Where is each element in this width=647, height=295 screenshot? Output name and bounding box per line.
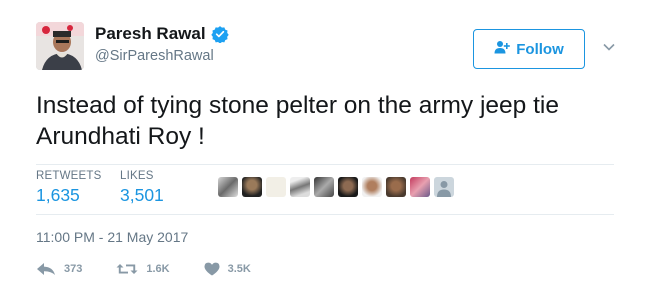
- retweets-value: 1,635: [36, 185, 80, 205]
- user-name[interactable]: Paresh Rawal: [95, 24, 229, 44]
- like-button[interactable]: 3.5K: [204, 262, 251, 276]
- chevron-down-icon[interactable]: [602, 40, 616, 54]
- retweet-button[interactable]: 1.6K: [116, 262, 170, 276]
- liker-avatar[interactable]: [218, 177, 238, 197]
- follow-label: Follow: [516, 40, 564, 58]
- person-plus-icon: [494, 40, 511, 58]
- user-name-text: Paresh Rawal: [95, 24, 206, 43]
- retweet-icon: [116, 262, 138, 276]
- reply-button[interactable]: 373: [36, 262, 82, 276]
- retweets-stat[interactable]: RETWEETS 1,635: [36, 170, 102, 206]
- liker-avatar[interactable]: [290, 177, 310, 197]
- liker-avatar[interactable]: [338, 177, 358, 197]
- reply-icon: [36, 262, 56, 276]
- divider: [36, 214, 614, 215]
- retweets-label: RETWEETS: [36, 170, 102, 182]
- likes-stat[interactable]: LIKES 3,501: [120, 170, 164, 206]
- liker-avatar[interactable]: [314, 177, 334, 197]
- user-handle[interactable]: @SirPareshRawal: [95, 48, 214, 64]
- reply-count: 373: [64, 263, 83, 275]
- likes-label: LIKES: [120, 170, 154, 182]
- default-avatar[interactable]: [434, 177, 454, 197]
- tweet-text: Instead of tying stone pelter on the arm…: [36, 92, 559, 150]
- liker-avatar[interactable]: [362, 177, 382, 197]
- divider: [36, 164, 614, 165]
- liker-avatar[interactable]: [266, 177, 286, 197]
- tweet-timestamp[interactable]: 11:00 PM - 21 May 2017: [36, 229, 188, 245]
- like-count: 3.5K: [227, 263, 251, 275]
- verified-badge-icon: [210, 25, 229, 44]
- retweet-count: 1.6K: [146, 263, 170, 275]
- profile-photo-icon: [36, 22, 84, 70]
- heart-icon: [204, 262, 220, 276]
- tweet-card: Paresh Rawal @SirPareshRawal Follow Inst…: [0, 0, 647, 295]
- likers-avatars: [218, 177, 454, 197]
- liker-avatar[interactable]: [410, 177, 430, 197]
- avatar[interactable]: [36, 22, 84, 70]
- liker-avatar[interactable]: [242, 177, 262, 197]
- tweet-actions: 373 1.6K 3.5K: [36, 262, 285, 276]
- liker-avatar[interactable]: [386, 177, 406, 197]
- follow-button[interactable]: Follow: [473, 29, 585, 69]
- likes-value: 3,501: [120, 185, 164, 205]
